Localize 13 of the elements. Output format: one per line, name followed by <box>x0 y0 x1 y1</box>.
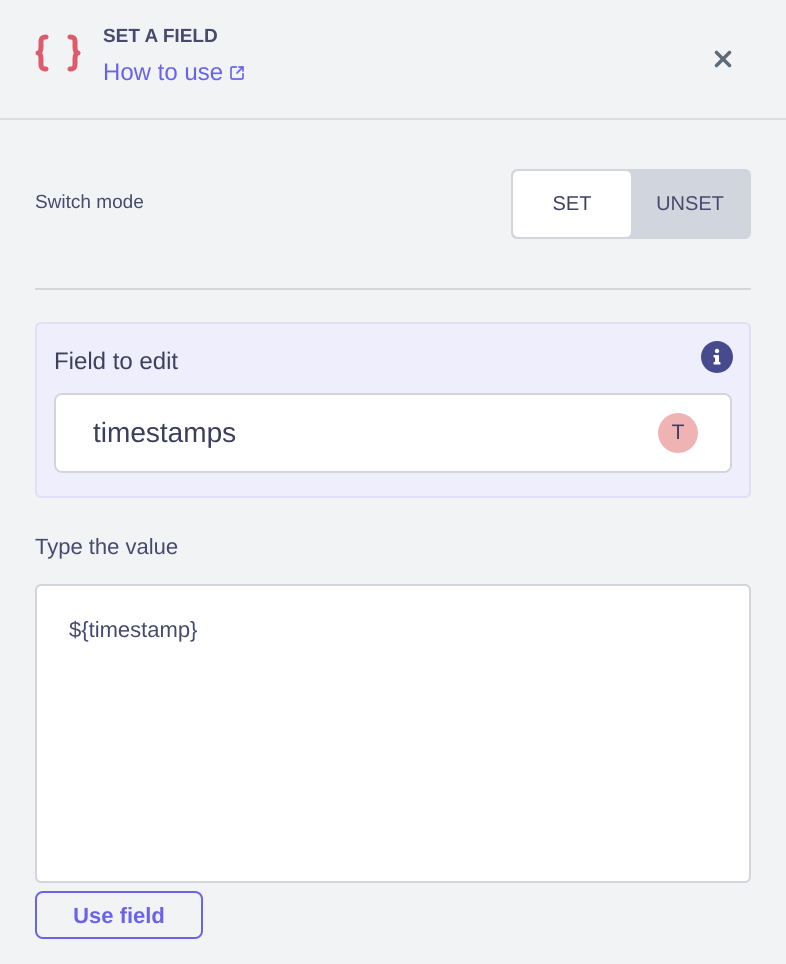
type-value-label: Type the value <box>35 533 178 561</box>
how-to-use-link[interactable]: How to use <box>103 58 246 88</box>
type-badge: T <box>658 413 698 453</box>
mode-option[interactable]: SET <box>513 171 631 237</box>
external-link-icon <box>229 65 246 81</box>
value-textarea[interactable]: ${timestamp} <box>35 584 751 883</box>
field-input[interactable]: timestamps T <box>54 393 732 473</box>
braces-icon <box>35 34 81 72</box>
info-icon <box>701 341 733 373</box>
switch-mode-label: Switch mode <box>35 190 144 215</box>
panel-title: SET A FIELD <box>103 25 218 49</box>
field-to-edit-label: Field to edit <box>54 347 178 377</box>
use-field-button[interactable]: Use field <box>35 891 203 939</box>
